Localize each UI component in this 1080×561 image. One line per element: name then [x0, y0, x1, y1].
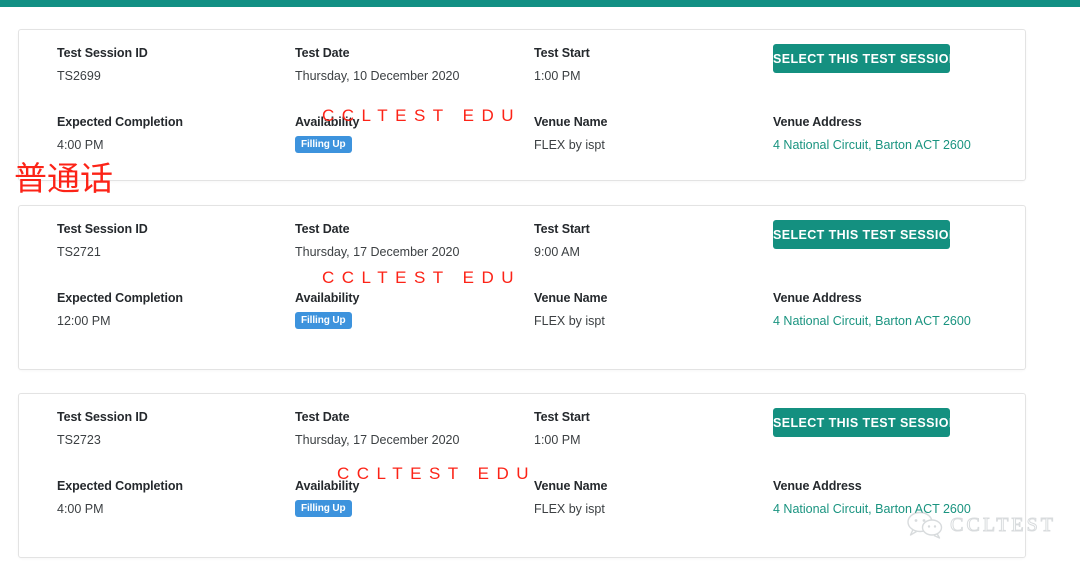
value-expected-completion: 12:00 PM — [57, 314, 111, 328]
field-venue-address: Venue Address 4 National Circuit, Barton… — [773, 478, 971, 517]
label-test-date: Test Date — [295, 46, 350, 60]
field-venue-name: Venue Name FLEX by ispt — [534, 114, 607, 153]
label-test-date: Test Date — [295, 222, 350, 236]
venue-address-link[interactable]: 4 National Circuit, Barton ACT 2600 — [773, 313, 971, 329]
label-expected-completion: Expected Completion — [57, 291, 183, 305]
overlay-watermark-text: CCLTEST EDU — [337, 464, 537, 483]
label-availability: Availability — [295, 479, 360, 493]
label-expected-completion: Expected Completion — [57, 115, 183, 129]
field-venue-address: Venue Address 4 National Circuit, Barton… — [773, 290, 971, 329]
value-expected-completion: 4:00 PM — [57, 138, 104, 152]
overlay-watermark-text: CCLTEST EDU — [322, 268, 522, 287]
label-availability: Availability — [295, 115, 360, 129]
field-test-session-id: Test Session ID TS2723 — [57, 409, 148, 448]
label-test-session-id: Test Session ID — [57, 46, 148, 60]
select-test-session-button[interactable]: SELECT THIS TEST SESSION — [773, 44, 958, 73]
value-test-start: 1:00 PM — [534, 69, 581, 83]
value-test-date: Thursday, 17 December 2020 — [295, 433, 460, 447]
value-test-session-id: TS2723 — [57, 433, 101, 447]
value-test-date: Thursday, 10 December 2020 — [295, 69, 460, 83]
status-badge-availability: Filling Up — [295, 500, 352, 517]
field-availability: Availability Filling Up — [295, 290, 359, 329]
venue-address-link[interactable]: 4 National Circuit, Barton ACT 2600 — [773, 137, 971, 153]
label-test-session-id: Test Session ID — [57, 410, 148, 424]
value-venue-name: FLEX by ispt — [534, 138, 605, 152]
label-test-start: Test Start — [534, 222, 590, 236]
label-test-start: Test Start — [534, 46, 590, 60]
label-venue-name: Venue Name — [534, 291, 608, 305]
label-test-date: Test Date — [295, 410, 350, 424]
field-venue-address: Venue Address 4 National Circuit, Barton… — [773, 114, 971, 153]
value-venue-name: FLEX by ispt — [534, 502, 605, 516]
status-badge-availability: Filling Up — [295, 312, 352, 329]
field-expected-completion: Expected Completion 4:00 PM — [57, 478, 183, 517]
field-test-date: Test Date Thursday, 10 December 2020 — [295, 45, 459, 84]
select-test-session-button[interactable]: SELECT THIS TEST SESSION — [773, 220, 958, 249]
label-venue-address: Venue Address — [773, 291, 862, 305]
field-availability: Availability Filling Up — [295, 478, 359, 517]
field-venue-name: Venue Name FLEX by ispt — [534, 478, 607, 517]
test-session-card[interactable]: Test Session ID TS2721 Test Date Thursda… — [18, 205, 1026, 370]
value-expected-completion: 4:00 PM — [57, 502, 104, 516]
field-availability: Availability Filling Up — [295, 114, 359, 153]
value-test-session-id: TS2699 — [57, 69, 101, 83]
value-test-date: Thursday, 17 December 2020 — [295, 245, 460, 259]
label-expected-completion: Expected Completion — [57, 479, 183, 493]
venue-address-link[interactable]: 4 National Circuit, Barton ACT 2600 — [773, 501, 971, 517]
value-test-start: 9:00 AM — [534, 245, 580, 259]
field-venue-name: Venue Name FLEX by ispt — [534, 290, 607, 329]
value-test-start: 1:00 PM — [534, 433, 581, 447]
field-test-date: Test Date Thursday, 17 December 2020 — [295, 409, 459, 448]
label-venue-name: Venue Name — [534, 479, 608, 493]
field-test-session-id: Test Session ID TS2721 — [57, 221, 148, 260]
label-test-session-id: Test Session ID — [57, 222, 148, 236]
field-test-date: Test Date Thursday, 17 December 2020 — [295, 221, 459, 260]
label-test-start: Test Start — [534, 410, 590, 424]
field-test-start: Test Start 1:00 PM — [534, 45, 590, 84]
label-venue-address: Venue Address — [773, 479, 862, 493]
value-test-session-id: TS2721 — [57, 245, 101, 259]
label-venue-name: Venue Name — [534, 115, 608, 129]
label-availability: Availability — [295, 291, 360, 305]
field-test-start: Test Start 1:00 PM — [534, 409, 590, 448]
status-badge-availability: Filling Up — [295, 136, 352, 153]
test-session-card[interactable]: Test Session ID TS2699 Test Date Thursda… — [18, 29, 1026, 181]
value-venue-name: FLEX by ispt — [534, 314, 605, 328]
field-expected-completion: Expected Completion 12:00 PM — [57, 290, 183, 329]
field-expected-completion: Expected Completion 4:00 PM — [57, 114, 183, 153]
top-accent-bar — [0, 0, 1080, 7]
label-venue-address: Venue Address — [773, 115, 862, 129]
select-test-session-button[interactable]: SELECT THIS TEST SESSION — [773, 408, 958, 437]
test-session-card[interactable]: Test Session ID TS2723 Test Date Thursda… — [18, 393, 1026, 558]
field-test-session-id: Test Session ID TS2699 — [57, 45, 148, 84]
field-test-start: Test Start 9:00 AM — [534, 221, 590, 260]
